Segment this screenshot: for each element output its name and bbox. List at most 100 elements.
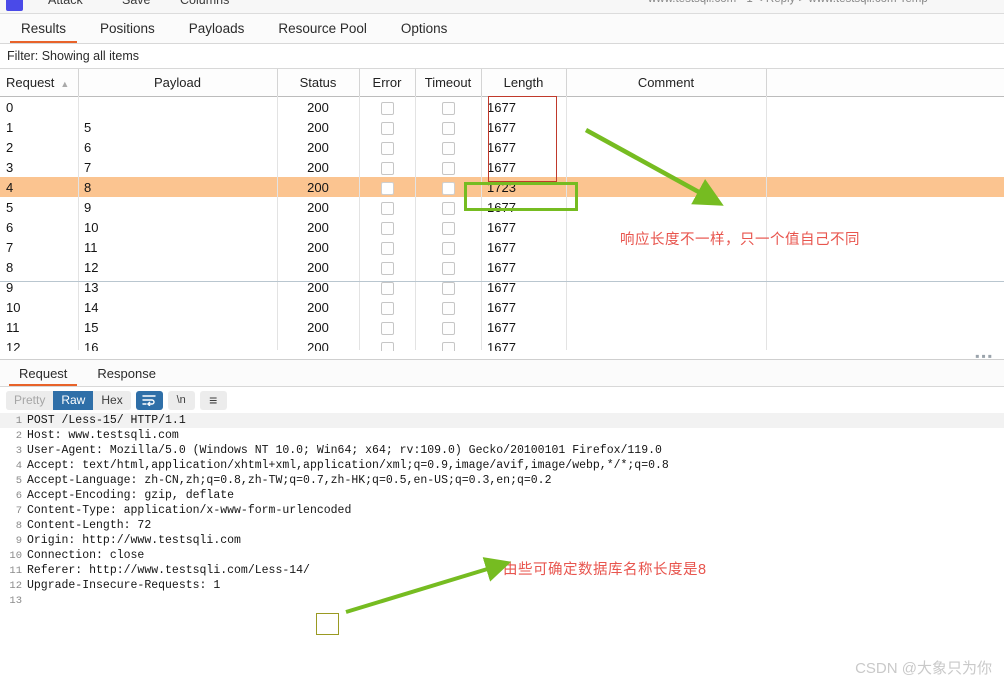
table-row[interactable]: 8 12 200 1677: [0, 257, 1004, 277]
checkbox-icon[interactable]: [441, 241, 455, 255]
code-line: 10 Connection: close: [0, 548, 1004, 563]
cell-error[interactable]: [359, 117, 415, 137]
view-mode-hex-button[interactable]: Hex: [93, 390, 131, 410]
tab-request[interactable]: Request: [4, 360, 82, 386]
checkbox-icon[interactable]: [441, 321, 455, 335]
checkbox-icon[interactable]: [380, 261, 394, 275]
table-row[interactable]: 11 15 200 1677: [0, 317, 1004, 337]
cell-timeout[interactable]: [415, 97, 481, 118]
cell-status: 200: [277, 177, 359, 197]
menu-item-save[interactable]: Save: [122, 0, 151, 7]
cell-request: 8: [6, 259, 14, 275]
checkbox-icon[interactable]: [441, 281, 455, 295]
column-header-length-label: Length: [503, 75, 544, 90]
cell-request: 4: [0, 177, 78, 197]
column-header-request[interactable]: Request ▲: [0, 69, 79, 97]
checkbox-icon[interactable]: [380, 161, 394, 175]
view-mode-raw-button[interactable]: Raw: [53, 390, 94, 410]
checkbox-icon[interactable]: [380, 201, 394, 215]
tab-results[interactable]: Results: [4, 14, 83, 43]
cell-error[interactable]: [359, 297, 415, 317]
view-mode-pretty-button[interactable]: Pretty: [6, 390, 54, 410]
cell-timeout[interactable]: [415, 137, 481, 157]
cell-status: 200: [307, 279, 329, 295]
checkbox-icon[interactable]: [380, 121, 394, 135]
tab-payloads[interactable]: Payloads: [172, 14, 262, 43]
checkbox-icon[interactable]: [380, 101, 394, 115]
cell-timeout[interactable]: [415, 297, 481, 317]
table-row[interactable]: 3 7 200 1677: [0, 157, 1004, 177]
cell-error[interactable]: [359, 177, 415, 197]
cell-error[interactable]: [359, 277, 415, 297]
checkbox-icon[interactable]: [441, 161, 455, 175]
column-header-error[interactable]: Error: [359, 69, 416, 97]
checkbox-icon[interactable]: [380, 141, 394, 155]
table-row[interactable]: 10 14 200 1677: [0, 297, 1004, 317]
checkbox-icon[interactable]: [441, 141, 455, 155]
cell-error[interactable]: [359, 217, 415, 237]
hamburger-menu-icon[interactable]: ≡: [199, 390, 227, 410]
checkbox-icon[interactable]: [380, 241, 394, 255]
menu-item-attack[interactable]: Attack: [48, 0, 83, 7]
cell-timeout[interactable]: [415, 197, 481, 217]
table-row[interactable]: 5 9 200 1677: [0, 197, 1004, 217]
column-header-timeout[interactable]: Timeout: [415, 69, 482, 97]
cell-timeout[interactable]: [415, 237, 481, 257]
cell-error[interactable]: [359, 197, 415, 217]
cell-error[interactable]: [359, 317, 415, 337]
checkbox-icon[interactable]: [380, 281, 394, 295]
cell-status: 200: [307, 339, 329, 352]
checkbox-icon[interactable]: [441, 101, 455, 115]
cell-timeout[interactable]: [415, 157, 481, 177]
checkbox-icon[interactable]: [441, 301, 455, 315]
cell-error[interactable]: [359, 137, 415, 157]
cell-error[interactable]: [359, 337, 415, 351]
code-line-text: User-Agent: Mozilla/5.0 (Windows NT 10.0…: [27, 444, 662, 457]
cell-payload: 7: [84, 159, 92, 175]
checkbox-icon[interactable]: [380, 221, 394, 235]
table-row[interactable]: 1 5 200 1677: [0, 117, 1004, 137]
table-row[interactable]: 0 200 1677: [0, 97, 1004, 118]
request-code-editor[interactable]: 1 POST /Less-15/ HTTP/1.1 2 Host: www.tests…: [0, 413, 1004, 609]
table-row[interactable]: 12 16 200 1677: [0, 337, 1004, 351]
cell-timeout[interactable]: [415, 337, 481, 351]
cell-timeout[interactable]: [415, 277, 481, 297]
cell-error[interactable]: [359, 97, 415, 118]
checkbox-icon[interactable]: [441, 341, 455, 351]
table-row[interactable]: 9 13 200 1677: [0, 277, 1004, 297]
menu-item-columns[interactable]: Columns: [180, 0, 229, 7]
tab-response[interactable]: Response: [82, 360, 171, 386]
cell-error[interactable]: [359, 237, 415, 257]
cell-timeout[interactable]: [415, 217, 481, 237]
column-header-payload[interactable]: Payload: [78, 69, 278, 97]
word-wrap-icon[interactable]: [135, 390, 163, 410]
cell-error[interactable]: [359, 257, 415, 277]
tab-positions[interactable]: Positions: [83, 14, 172, 43]
results-table-overflow-button[interactable]: ▪▪▪: [975, 350, 994, 362]
checkbox-icon[interactable]: [441, 261, 455, 275]
checkbox-icon[interactable]: [441, 121, 455, 135]
checkbox-icon[interactable]: [441, 181, 455, 195]
column-header-length[interactable]: Length: [481, 69, 567, 97]
cell-error[interactable]: [359, 157, 415, 177]
cell-timeout[interactable]: [415, 117, 481, 137]
newline-icon[interactable]: \n: [167, 390, 195, 410]
table-row[interactable]: 4 8 200 1723: [0, 177, 1004, 197]
table-row[interactable]: 2 6 200 1677: [0, 137, 1004, 157]
checkbox-icon[interactable]: [380, 301, 394, 315]
cell-timeout[interactable]: [415, 177, 481, 197]
checkbox-icon[interactable]: [441, 221, 455, 235]
cell-timeout[interactable]: [415, 317, 481, 337]
burp-logo-icon: [6, 0, 23, 11]
column-header-comment[interactable]: Comment: [566, 69, 767, 97]
cell-length: 1677: [487, 159, 516, 175]
cell-timeout[interactable]: [415, 257, 481, 277]
checkbox-icon[interactable]: [380, 181, 394, 195]
tab-options[interactable]: Options: [384, 14, 465, 43]
column-header-status[interactable]: Status: [277, 69, 360, 97]
checkbox-icon[interactable]: [441, 201, 455, 215]
tab-resource-pool[interactable]: Resource Pool: [261, 14, 384, 43]
checkbox-icon[interactable]: [380, 341, 394, 351]
filter-bar[interactable]: Filter: Showing all items: [0, 44, 1004, 69]
checkbox-icon[interactable]: [380, 321, 394, 335]
